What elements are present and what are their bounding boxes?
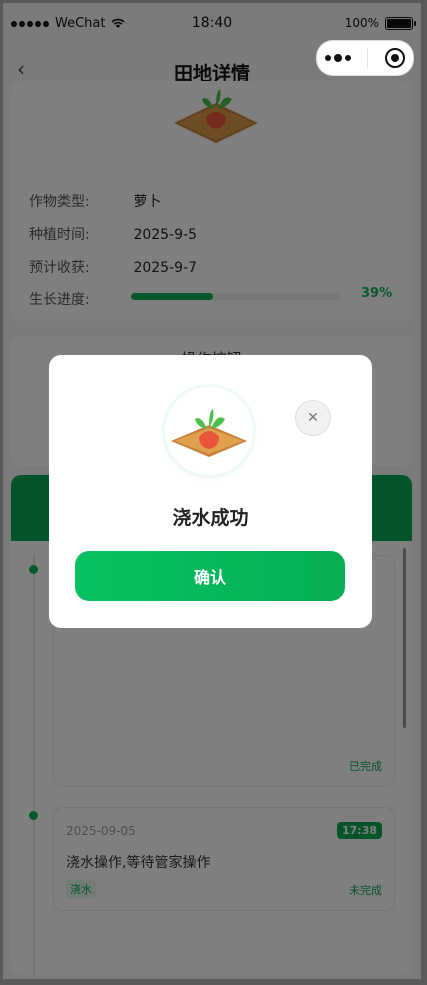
screen: WeChat 18:40 100% ‹ 田地详情 作物类型: 萝卜 种植时间: [3, 3, 421, 979]
mini-program-capsule [316, 40, 414, 76]
target-icon[interactable] [384, 48, 405, 68]
capsule-divider [367, 48, 369, 68]
modal-message: 浇水成功 [172, 507, 249, 529]
more-dots-icon[interactable] [325, 54, 352, 62]
radish-plot-image [165, 387, 253, 475]
confirm-button[interactable]: 确认 [75, 551, 345, 601]
success-modal: ✕ 浇水成功 确认 [49, 355, 372, 628]
close-icon[interactable]: ✕ [295, 400, 331, 436]
